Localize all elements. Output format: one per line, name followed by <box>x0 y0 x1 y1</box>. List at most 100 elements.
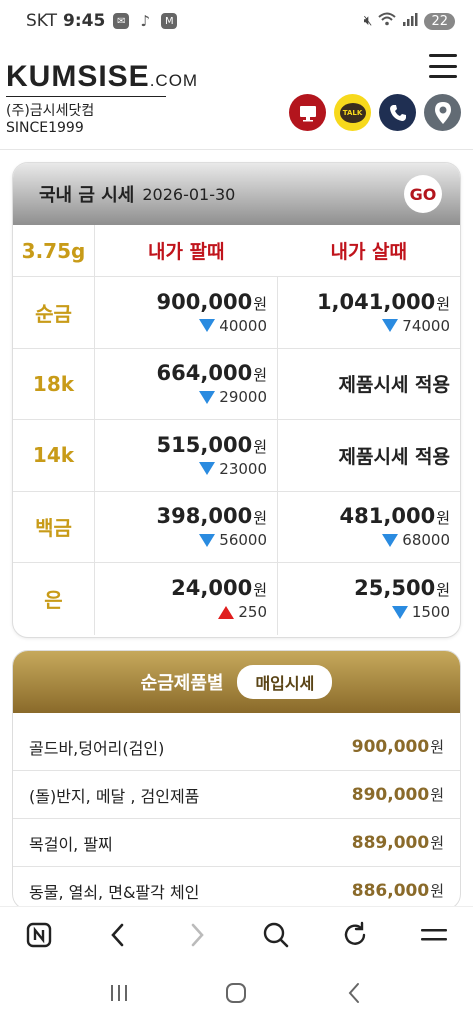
won-unit: 원 <box>253 366 267 385</box>
product-name: (돌)반지, 메달 , 검인제품 <box>29 786 200 806</box>
phone-icon[interactable] <box>379 94 416 131</box>
pc-icon[interactable] <box>289 94 326 131</box>
product-name: 목걸이, 팔찌 <box>29 834 113 854</box>
metal-kind: 백금 <box>13 491 95 562</box>
won-unit: 원 <box>253 509 267 528</box>
price-row: 14k 515,000원 23000 제품시세 적용 <box>13 420 460 492</box>
system-back-icon[interactable] <box>334 973 374 1013</box>
battery-indicator: 22 <box>424 12 455 30</box>
back-icon[interactable] <box>98 915 138 955</box>
buy-apply-text: 제품시세 적용 <box>338 374 451 397</box>
sell-change: 29000 <box>219 388 267 407</box>
wifi-icon <box>378 12 397 30</box>
won-unit: 원 <box>253 294 267 313</box>
talk-icon: ✉ <box>113 13 130 29</box>
product-price-card: 순금제품별 매입시세 골드바,덩어리(검인) 900,000원 (돌)반지, 메달 … <box>12 650 461 910</box>
browser-nav-bar <box>0 906 473 962</box>
down-arrow-icon <box>199 319 216 333</box>
price-rows: 순금 900,000원 40000 1,041,000원 74000 18k 664,000… <box>13 277 460 635</box>
down-arrow-icon <box>199 533 216 547</box>
price-date: 2026-01-30 <box>142 184 236 204</box>
forward-icon[interactable] <box>177 915 217 955</box>
product-name: 동물, 열쇠, 면&팔각 체인 <box>29 882 200 902</box>
buy-change: 68000 <box>402 531 450 550</box>
buy-price: 481,000 <box>339 504 436 529</box>
buy-price: 1,041,000 <box>316 289 436 314</box>
down-arrow-icon <box>382 533 399 547</box>
won-unit: 원 <box>253 437 267 456</box>
logo-domain: .COM <box>149 71 199 90</box>
product-row: (돌)반지, 메달 , 검인제품 890,000원 <box>13 771 460 819</box>
purchase-price-pill[interactable]: 매입시세 <box>237 665 333 699</box>
product-row: 목걸이, 팔찌 889,000원 <box>13 819 460 867</box>
metal-kind: 은 <box>13 563 95 635</box>
sell-price: 398,000 <box>156 504 253 529</box>
logo-subtitle: (주)금시세닷컴 SINCE1999 <box>6 96 166 136</box>
go-button[interactable]: GO <box>404 175 442 213</box>
metal-kind: 18k <box>13 348 95 419</box>
location-icon[interactable] <box>424 94 461 131</box>
sell-change: 23000 <box>219 459 267 478</box>
product-name: 골드바,덩어리(검인) <box>29 738 165 758</box>
gold-price-card: 국내 금 시세 2026-01-30 GO 3.75g 내가 팔때 내가 살때 … <box>12 162 461 638</box>
home-icon[interactable] <box>216 973 256 1013</box>
buy-header: 내가 살때 <box>330 241 408 263</box>
talk-label: TALK <box>339 102 366 123</box>
refresh-icon[interactable] <box>335 915 375 955</box>
price-row: 백금 398,000원 56000 481,000원 68000 <box>13 491 460 563</box>
buy-apply-text: 제품시세 적용 <box>338 445 451 468</box>
won-unit: 원 <box>430 882 444 900</box>
buy-change: 74000 <box>402 316 450 335</box>
up-arrow-icon <box>218 605 235 619</box>
sell-change: 56000 <box>219 531 267 550</box>
status-bar: SKT 9:45 ✉ ♪ M 🔇︎ 22 <box>0 0 473 42</box>
unit-label: 3.75g <box>13 225 95 276</box>
sell-change: 250 <box>238 603 267 622</box>
sell-price: 515,000 <box>156 432 253 457</box>
sell-price: 664,000 <box>156 361 253 386</box>
won-unit: 원 <box>430 738 444 756</box>
won-unit: 원 <box>436 509 450 528</box>
product-price: 886,000 <box>351 881 430 901</box>
buy-price: 25,500 <box>354 576 436 601</box>
system-nav-bar <box>0 962 473 1024</box>
product-card-header: 순금제품별 매입시세 <box>13 651 460 713</box>
site-header: KUMSISE.COM (주)금시세닷컴 SINCE1999 TALK <box>0 42 473 150</box>
gold-price-card-header: 국내 금 시세 2026-01-30 GO <box>13 163 460 225</box>
product-row: 동물, 열쇠, 면&팔각 체인 886,000원 <box>13 867 460 909</box>
card-title: 국내 금 시세 <box>39 185 135 206</box>
product-price: 890,000 <box>351 785 430 805</box>
product-card-title: 순금제품별 <box>140 673 224 694</box>
header-icon-group: TALK <box>289 94 461 131</box>
recents-icon[interactable] <box>99 973 139 1013</box>
price-row: 순금 900,000원 40000 1,041,000원 74000 <box>13 277 460 349</box>
kakao-talk-icon[interactable]: TALK <box>334 94 371 131</box>
metal-kind: 순금 <box>13 277 95 348</box>
won-unit: 원 <box>430 834 444 852</box>
logo[interactable]: KUMSISE.COM (주)금시세닷컴 SINCE1999 <box>6 60 198 136</box>
tabs-icon[interactable] <box>19 915 59 955</box>
won-unit: 원 <box>436 294 450 313</box>
down-arrow-icon <box>199 462 216 476</box>
down-arrow-icon <box>391 605 408 619</box>
m-icon: M <box>161 13 178 29</box>
won-unit: 원 <box>253 581 267 600</box>
price-row: 18k 664,000원 29000 제품시세 적용 <box>13 348 460 420</box>
carrier: SKT <box>26 11 58 31</box>
down-arrow-icon <box>199 390 216 404</box>
hamburger-menu-button[interactable] <box>429 54 457 78</box>
product-price: 900,000 <box>351 737 430 757</box>
tiktok-icon: ♪ <box>140 12 151 30</box>
price-row: 은 24,000원 250 25,500원 1500 <box>13 563 460 635</box>
sell-price: 900,000 <box>156 289 253 314</box>
product-list: 골드바,덩어리(검인) 900,000원 (돌)반지, 메달 , 검인제품 890,0… <box>13 713 460 909</box>
logo-main: KUMSISE <box>6 60 150 93</box>
sell-price: 24,000 <box>171 576 253 601</box>
sell-change: 40000 <box>219 316 267 335</box>
clock: 9:45 <box>63 11 106 31</box>
won-unit: 원 <box>436 581 450 600</box>
menu-icon[interactable] <box>414 915 454 955</box>
search-icon[interactable] <box>256 915 296 955</box>
product-price: 889,000 <box>351 833 430 853</box>
mute-icon: 🔇︎ <box>363 13 373 29</box>
